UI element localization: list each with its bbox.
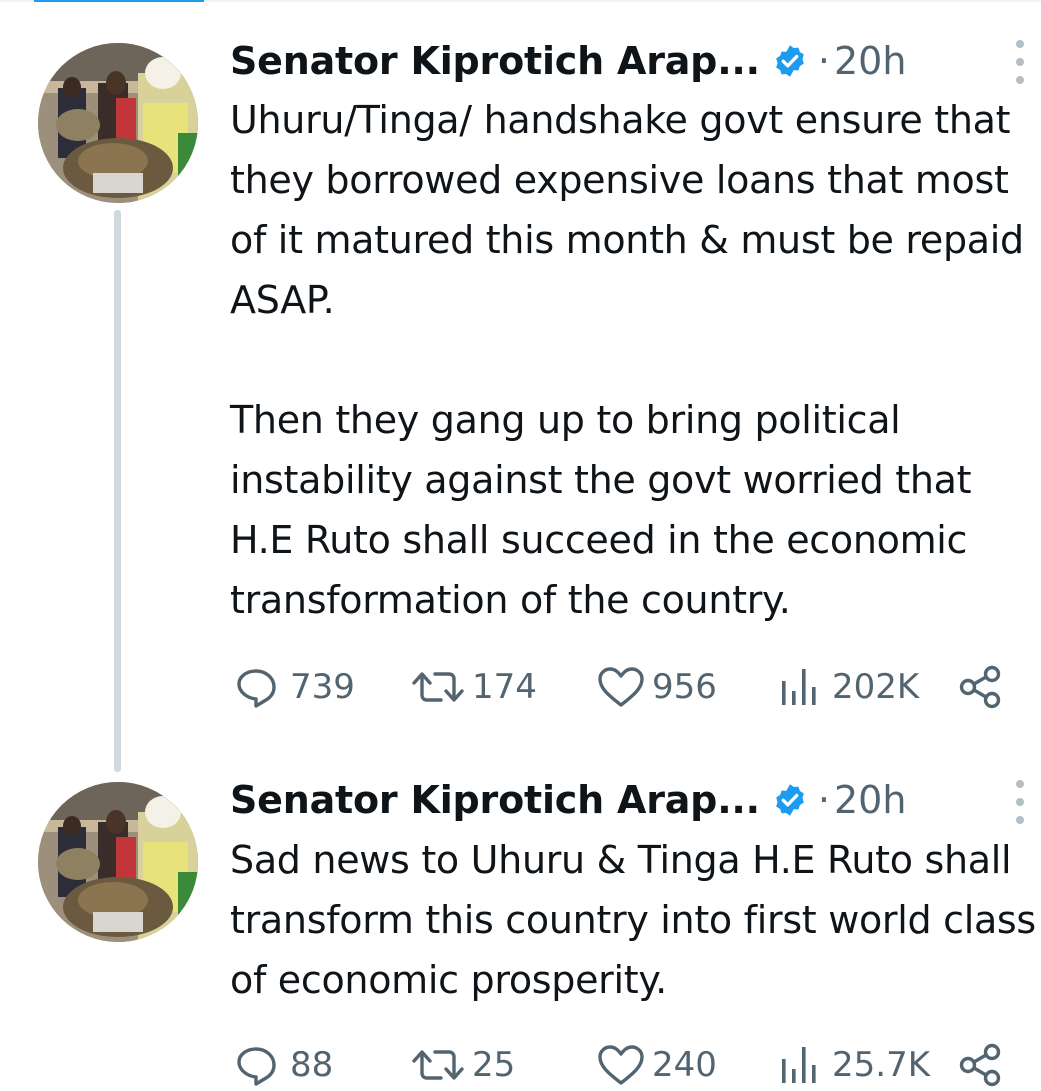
share-icon: [959, 665, 1001, 709]
reply-count: 88: [290, 1045, 334, 1085]
tweet-text: Sad news to Uhuru & Tinga H.E Ruto shall…: [230, 838, 1036, 1002]
author-name[interactable]: Senator Kiprotich Arap...: [230, 39, 760, 83]
like-button[interactable]: 956: [596, 662, 717, 712]
reply-count: 739: [290, 667, 355, 707]
tweet-actions: 739 174 956 202K: [230, 662, 1030, 712]
view-count: 25.7K: [832, 1045, 930, 1085]
retweet-button[interactable]: 174: [410, 662, 537, 712]
verified-badge-icon: [772, 43, 808, 79]
like-count: 240: [652, 1045, 717, 1085]
like-icon: [598, 1045, 644, 1085]
retweet-icon: [412, 1050, 464, 1080]
more-options-icon[interactable]: [1008, 40, 1032, 84]
retweet-button[interactable]: 25: [410, 1040, 515, 1090]
view-count: 202K: [832, 667, 920, 707]
views-button[interactable]: 25.7K: [776, 1040, 930, 1090]
views-button[interactable]: 202K: [776, 662, 919, 712]
avatar-photo: [38, 43, 198, 203]
tweet-time[interactable]: 20h: [834, 778, 906, 822]
retweet-count: 174: [472, 667, 537, 707]
tweet-header: Senator Kiprotich Arap... · 20h: [230, 770, 906, 830]
tab-indicator: [34, 0, 204, 2]
tweet-header: Senator Kiprotich Arap... · 20h: [230, 31, 906, 91]
share-icon: [959, 1043, 1001, 1087]
like-button[interactable]: 240: [596, 1040, 717, 1090]
avatar[interactable]: [38, 782, 198, 942]
author-name[interactable]: Senator Kiprotich Arap...: [230, 778, 760, 822]
verified-badge-icon: [772, 782, 808, 818]
share-button[interactable]: [958, 1040, 1004, 1090]
reply-icon: [237, 1047, 276, 1086]
avatar[interactable]: [38, 43, 198, 203]
tweet-time[interactable]: 20h: [834, 39, 906, 83]
retweet-count: 25: [472, 1045, 516, 1085]
views-icon: [782, 1047, 816, 1083]
retweet-icon: [412, 672, 464, 702]
more-options-icon[interactable]: [1008, 780, 1032, 824]
thread-connector-line: [114, 210, 121, 772]
reply-button[interactable]: 88: [232, 1040, 333, 1090]
tweet-text: Uhuru/Tinga/ handshake govt ensure that …: [230, 98, 1024, 622]
views-icon: [782, 669, 816, 705]
avatar-photo: [38, 782, 198, 942]
tweet-actions: 88 25 240 25.7K: [230, 1040, 1030, 1090]
like-count: 956: [652, 667, 717, 707]
header-separator: ·: [817, 778, 830, 822]
header-separator: ·: [817, 39, 830, 83]
like-icon: [598, 667, 644, 707]
reply-button[interactable]: 739: [232, 662, 355, 712]
reply-icon: [237, 669, 276, 708]
share-button[interactable]: [958, 662, 1004, 712]
